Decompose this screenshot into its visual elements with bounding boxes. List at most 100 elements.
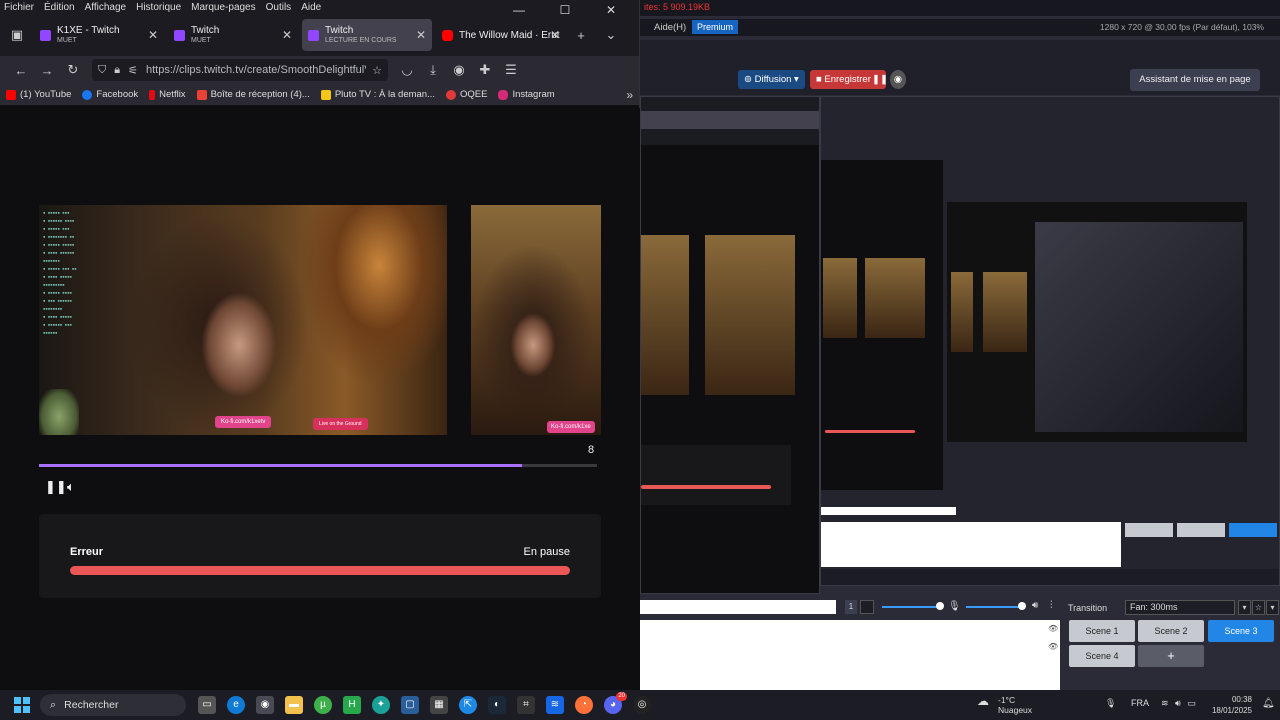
taskbar-search[interactable]: ⌕ Rechercher [40,694,186,716]
sources-list[interactable] [640,620,1060,690]
close-tab-icon[interactable]: ✕ [282,28,292,42]
bookmark-gmail[interactable]: Boîte de réception (4)... [196,89,310,100]
calculator-icon[interactable]: ▦ [430,696,448,714]
file-explorer-icon[interactable]: ▬ [285,696,303,714]
url-text[interactable]: https://clips.twitch.tv/create/SmoothDel… [146,64,366,76]
tab-k1xe[interactable]: K1XE - Twitch MUET ✕ [34,19,164,51]
extensions-icon[interactable]: ✚ [472,62,498,78]
scene-counter[interactable]: 1 [845,600,857,614]
transition-dropdown-icon[interactable]: ▾ [1238,600,1251,615]
transition-settings-icon[interactable]: ☆ [1252,600,1265,615]
layout-assistant-button[interactable]: Assistant de mise en page [1130,69,1260,91]
tab-twitch-1[interactable]: Twitch MUET ✕ [168,19,298,51]
h-app-icon[interactable]: H [343,696,361,714]
permissions-icon[interactable]: ⚟ [128,64,138,77]
tab-youtube[interactable]: The Willow Maid · Erut ✕ [436,19,566,51]
capture-app-icon[interactable]: ▢ [401,696,419,714]
scene-4-button[interactable]: Scene 4 [1069,645,1135,667]
menu-affichage[interactable]: Affichage [85,2,127,13]
cursor-app-icon[interactable]: ⇱ [459,696,477,714]
close-tab-icon[interactable]: ✕ [416,28,426,42]
obs-menu-aide[interactable]: Aide(H) [654,22,686,33]
battery-icon[interactable]: ▭ [1187,698,1196,708]
hamburger-menu-icon[interactable]: ☰ [498,62,524,78]
menu-outils[interactable]: Outils [266,2,292,13]
forward-icon[interactable]: → [34,63,60,78]
edge-icon[interactable]: e [227,696,245,714]
bookmark-pluto[interactable]: Pluto TV : À la deman... [320,89,435,100]
speaker-icon[interactable]: 🔊︎ [1032,600,1038,611]
pocket-icon[interactable]: ◡ [394,62,420,78]
language-indicator[interactable]: FRA [1131,698,1149,708]
clock[interactable]: 00:38 18/01/2025 [1208,694,1252,716]
volume-icon[interactable]: 🔈︎ [67,479,75,495]
scene-1-button[interactable]: Scene 1 [1069,620,1135,642]
volume-slider-2[interactable] [966,606,1022,608]
volume-knob-1[interactable] [936,602,944,610]
close-tab-icon[interactable]: ✕ [550,28,560,42]
visibility-icons[interactable]: 👁︎ 👁︎ [1048,624,1058,651]
bookmark-facebook[interactable]: Facebook [82,89,138,100]
bookmark-youtube[interactable]: (1) YouTube [6,89,71,100]
obs-premium-badge[interactable]: Premium [692,20,739,34]
tab-overview-icon[interactable]: ▣ [6,27,28,43]
menu-aide[interactable]: Aide [301,2,321,13]
minimize-button[interactable]: — [501,2,537,18]
network-app-icon[interactable]: ✦ [372,696,390,714]
menu-marque-pages[interactable]: Marque-pages [191,2,255,13]
menu-fichier[interactable]: Fichier [4,2,34,13]
clip-main-video[interactable]: ▪ ▪▪▪▪▪ ▪▪▪ ▪ ▪▪▪▪▪▪ ▪▪▪▪ ▪ ▪▪▪▪▪ ▪▪▪ ▪ ▪▪▪… [39,205,447,435]
obs-icon[interactable]: ◎ [633,696,651,714]
bookmark-instagram[interactable]: Instagram [498,89,555,100]
mixer-icon[interactable]: ⫶ [1050,600,1053,611]
notification-bell-icon[interactable]: 🔔︎ [1262,698,1275,709]
transition-select[interactable]: Fan: 300ms [1125,600,1235,615]
weather-widget[interactable]: ☁︎ -1°C Nuageux [977,695,1032,715]
back-icon[interactable]: ← [8,63,34,78]
account-icon[interactable]: ◉ [446,62,472,78]
wifi-icon[interactable]: ≋ [1161,698,1169,708]
volume-slider-1[interactable] [882,606,940,608]
download-icon[interactable]: ⤓ [420,62,446,78]
discord-icon[interactable]: ◕ 20 [604,692,627,714]
tab-list-chevron-icon[interactable]: ⌄ [600,27,622,43]
bookmark-oqee[interactable]: OQEE [446,89,487,100]
new-tab-icon[interactable]: + [570,28,592,43]
close-tab-icon[interactable]: ✕ [148,28,158,42]
pause-record-button[interactable]: ❚❚ [872,70,888,89]
audio-source-field[interactable] [640,600,836,614]
pause-icon[interactable]: ❚❚ [45,479,67,495]
shield-icon[interactable]: ⛉ [98,64,106,77]
camera-icon[interactable]: ◉ [256,696,274,714]
utorrent-icon[interactable]: µ [314,696,332,714]
scene-3-button[interactable]: Scene 3 [1208,620,1274,642]
task-view-icon[interactable]: ▭ [198,696,216,714]
circuit-app-icon[interactable]: ⌗ [517,696,535,714]
transition-more-icon[interactable]: ▾ [1266,600,1279,615]
scene-2-button[interactable]: Scene 2 [1138,620,1204,642]
lock-icon[interactable]: 🔒︎ [114,64,120,77]
steam-icon[interactable]: ◐ [488,696,506,714]
menu-edition[interactable]: Édition [44,2,75,13]
bookmarks-overflow-icon[interactable]: » [626,88,633,102]
record-button[interactable]: ■ Enregistrer [810,70,877,89]
bookmark-netflix[interactable]: Netflix [149,89,186,100]
windows-start-icon[interactable] [14,697,30,713]
bookmark-star-icon[interactable]: ☆ [372,64,382,77]
clip-progress-bar[interactable] [39,464,597,467]
screenshot-icon[interactable]: ◉ [890,70,906,89]
tab-twitch-active[interactable]: Twitch LECTURE EN COURS ✕ [302,19,432,51]
counter-dropdown[interactable] [860,600,874,614]
menu-historique[interactable]: Historique [136,2,181,13]
mic-icon[interactable]: 🎙︎ [948,601,961,612]
url-bar[interactable]: ⛉ 🔒︎ ⚟ https://clips.twitch.tv/create/Sm… [92,59,388,81]
close-window-button[interactable]: ✕ [593,2,629,18]
maximize-button[interactable]: ☐ [547,2,583,18]
messenger-app-icon[interactable]: ≋ [546,696,564,714]
firefox-icon[interactable]: ◔ [575,696,593,714]
add-scene-button[interactable]: + [1138,645,1204,667]
clip-vertical-preview[interactable]: Ko-fi.com/k1xe [471,205,601,435]
reload-icon[interactable]: ↻ [60,62,86,78]
mic-tray-icon[interactable]: 🎙︎ [1105,698,1116,708]
diffusion-button[interactable]: ⊚ Diffusion ▾ [738,70,805,89]
